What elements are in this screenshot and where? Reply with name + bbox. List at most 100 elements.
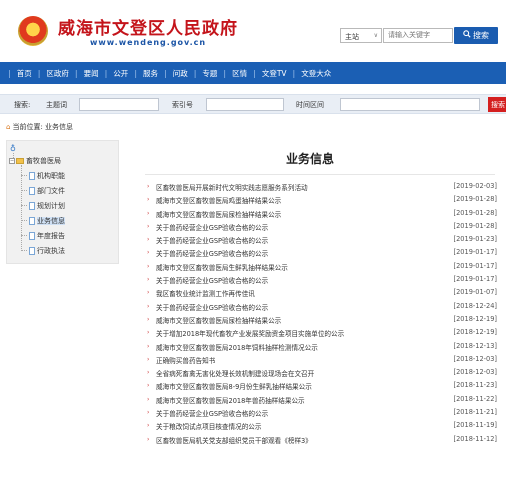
list-item[interactable]: › 全省病死畜禽无害化处理长效机制建设现场会在文召开 [2018-12-03] [147, 366, 497, 379]
sidebar-item-functions[interactable]: 机构职能 [29, 171, 65, 181]
bullet-icon: › [147, 409, 150, 417]
nav-item-topics[interactable]: 专题 [196, 68, 223, 79]
nav-item-district-government[interactable]: 区政府 [40, 68, 75, 79]
list-item-title-link[interactable]: 威海市文登区畜牧兽医局2018年饲料抽样检测情况公示 [156, 342, 318, 352]
list-item-title-link[interactable]: 区畜牧兽医局机关党支部组织党员干部观看《榜样3》 [156, 435, 312, 445]
tree-connector [21, 175, 27, 176]
list-item-title-link[interactable]: 关于兽药经营企业GSP验收合格的公示 [156, 222, 268, 232]
sidebar-item-business-info[interactable]: 业务信息 [29, 216, 65, 226]
sidebar-item-law-enforcement[interactable]: 行政执法 [29, 246, 65, 256]
bullet-icon: › [147, 422, 150, 430]
nav-item-wendeng-tv[interactable]: 文登TV [256, 68, 293, 79]
list-item-title-link[interactable]: 区畜牧兽医局开展新时代文明实践志愿服务系列活动 [156, 182, 308, 192]
list-item[interactable]: › 威海市文登区畜牧兽医局生鲜乳抽样结果公示 [2019-01-17] [147, 260, 497, 273]
home-icon: ⌂ [6, 123, 11, 131]
list-item[interactable]: › 威海市文登区畜牧兽医局2018年兽药抽样结果公示 [2018-11-22] [147, 393, 497, 406]
nav-item-disclosure[interactable]: 公开 [107, 68, 134, 79]
tree-connector [21, 250, 27, 251]
nav-item-home[interactable]: 首页 [11, 68, 38, 79]
list-item[interactable]: › 我区畜牧业统计监测工作再传佳讯 [2019-01-07] [147, 286, 497, 299]
list-item-title-link[interactable]: 威海市文登区畜牧兽医局8-9月份生鲜乳抽样结果公示 [156, 381, 312, 391]
list-item-title-link[interactable]: 威海市文登区畜牧兽医局尿检抽样结果公示 [156, 315, 281, 325]
list-item[interactable]: › 威海市文登区畜牧兽医局2018年饲料抽样检测情况公示 [2018-12-13] [147, 340, 497, 353]
filter-search-button[interactable]: 搜索 [488, 97, 506, 112]
tree-root-label: 畜牧兽医局 [26, 157, 61, 165]
list-item-title-link[interactable]: 威海市文登区畜牧兽医局生鲜乳抽样结果公示 [156, 262, 288, 272]
site-search-input[interactable] [383, 28, 453, 43]
document-icon [29, 172, 35, 180]
search-icon [463, 30, 471, 40]
list-item-title-link[interactable]: 关于兽药经营企业GSP验收合格的公示 [156, 408, 268, 418]
list-item-title-link[interactable]: 关于兽药经营企业GSP验收合格的公示 [156, 235, 268, 245]
time-range-label: 时间区间 [296, 101, 324, 109]
list-item[interactable]: › 区畜牧兽医局机关党支部组织党员干部观看《榜样3》 [2018-11-12] [147, 433, 497, 446]
topic-input[interactable] [79, 98, 159, 111]
list-item[interactable]: › 区畜牧兽医局开展新时代文明实践志愿服务系列活动 [2019-02-03] [147, 180, 497, 193]
bullet-icon: › [147, 315, 150, 323]
site-scope-select[interactable]: 主站 ∨ [340, 28, 382, 43]
list-item[interactable]: › 正确购买兽药告知书 [2018-12-03] [147, 353, 497, 366]
list-item[interactable]: › 威海市文登区畜牧兽医局尿检抽样结果公示 [2018-12-19] [147, 313, 497, 326]
list-item-title-link[interactable]: 关于增加2018年现代畜牧产业发展奖励资金项目实施单位的公示 [156, 328, 344, 338]
index-input[interactable] [206, 98, 284, 111]
site-url: www.wendeng.gov.cn [90, 38, 207, 47]
bullet-icon: › [147, 196, 150, 204]
list-item-title-link[interactable]: 关于粮改饲试点项目核查情况的公示 [156, 421, 262, 431]
list-item[interactable]: › 威海市文登区畜牧兽医局尿检抽样结果公示 [2019-01-28] [147, 207, 497, 220]
list-item-date: [2019-01-28] [453, 221, 497, 230]
sidebar-item-label: 业务信息 [37, 217, 65, 225]
sidebar-tree: ♁ − 畜牧兽医局 机构职能 部门文件 规划计划 业务信息 年度报告 行政执法 [6, 140, 119, 264]
list-item-date: [2018-11-22] [453, 394, 497, 403]
list-item-title-link[interactable]: 关于兽药经营企业GSP验收合格的公示 [156, 248, 268, 258]
list-item-title-link[interactable]: 威海市文登区畜牧兽医局鸡蛋抽样结果公示 [156, 195, 281, 205]
list-item[interactable]: › 关于兽药经营企业GSP验收合格的公示 [2019-01-28] [147, 220, 497, 233]
list-item[interactable]: › 关于兽药经营企业GSP验收合格的公示 [2019-01-23] [147, 233, 497, 246]
list-item-date: [2018-11-23] [453, 381, 497, 390]
breadcrumb-text: 当前位置: 业务信息 [12, 123, 74, 131]
nav-item-news[interactable]: 要闻 [78, 68, 105, 79]
document-icon [29, 217, 35, 225]
collapse-icon[interactable]: − [9, 158, 15, 164]
bullet-icon: › [147, 342, 150, 350]
list-item[interactable]: › 关于兽药经营企业GSP验收合格的公示 [2019-01-17] [147, 273, 497, 286]
bullet-icon: › [147, 329, 150, 337]
list-item-title-link[interactable]: 我区畜牧业统计监测工作再传佳讯 [156, 288, 255, 298]
news-list: › 区畜牧兽医局开展新时代文明实践志愿服务系列活动 [2019-02-03] › 威海市… [147, 180, 497, 446]
list-item-title-link[interactable]: 正确购买兽药告知书 [156, 355, 215, 365]
site-search-button[interactable]: 搜索 [454, 27, 498, 44]
bullet-icon: › [147, 236, 150, 244]
list-item-title-link[interactable]: 威海市文登区畜牧兽医局2018年兽药抽样结果公示 [156, 395, 305, 405]
list-item[interactable]: › 关于粮改饲试点项目核查情况的公示 [2018-11-19] [147, 419, 497, 432]
bullet-icon: › [147, 262, 150, 270]
site-title[interactable]: 威海市文登区人民政府 [58, 14, 238, 39]
bullet-icon: › [147, 183, 150, 190]
breadcrumb: ⌂ 当前位置: 业务信息 [6, 122, 73, 132]
tree-node-root[interactable]: − 畜牧兽医局 [9, 156, 61, 166]
nav-item-inquiries[interactable]: 问政 [167, 68, 194, 79]
bullet-icon: › [147, 395, 150, 403]
site-scope-value: 主站 [345, 33, 359, 41]
nav-item-wendeng-dazhong[interactable]: 文登大众 [295, 68, 337, 79]
bullet-icon: › [147, 222, 150, 230]
nav-item-services[interactable]: 服务 [137, 68, 164, 79]
sidebar-item-label: 规划计划 [37, 202, 65, 210]
site-search-label: 搜索 [473, 31, 489, 40]
nav-item-district-profile[interactable]: 区情 [226, 68, 253, 79]
time-range-input[interactable] [340, 98, 480, 111]
sidebar-item-documents[interactable]: 部门文件 [29, 186, 65, 196]
list-item[interactable]: › 关于兽药经营企业GSP验收合格的公示 [2018-11-21] [147, 406, 497, 419]
list-item[interactable]: › 关于兽药经营企业GSP验收合格的公示 [2019-01-17] [147, 246, 497, 259]
list-item-title-link[interactable]: 关于兽药经营企业GSP验收合格的公示 [156, 302, 268, 312]
sidebar-item-annual-report[interactable]: 年度报告 [29, 231, 65, 241]
sidebar-item-plans[interactable]: 规划计划 [29, 201, 65, 211]
list-item[interactable]: › 威海市文登区畜牧兽医局鸡蛋抽样结果公示 [2019-01-28] [147, 193, 497, 206]
list-item[interactable]: › 关于增加2018年现代畜牧产业发展奖励资金项目实施单位的公示 [2018-12-… [147, 326, 497, 339]
list-item-title-link[interactable]: 关于兽药经营企业GSP验收合格的公示 [156, 275, 268, 285]
list-item[interactable]: › 威海市文登区畜牧兽医局8-9月份生鲜乳抽样结果公示 [2018-11-23] [147, 379, 497, 392]
list-item-title-link[interactable]: 威海市文登区畜牧兽医局尿检抽样结果公示 [156, 209, 281, 219]
list-item-title-link[interactable]: 全省病死畜禽无害化处理长效机制建设现场会在文召开 [156, 368, 314, 378]
bullet-icon: › [147, 355, 150, 363]
list-item[interactable]: › 关于兽药经营企业GSP验收合格的公示 [2018-12-24] [147, 300, 497, 313]
list-item-date: [2019-01-23] [453, 235, 497, 244]
folder-icon [16, 158, 24, 164]
